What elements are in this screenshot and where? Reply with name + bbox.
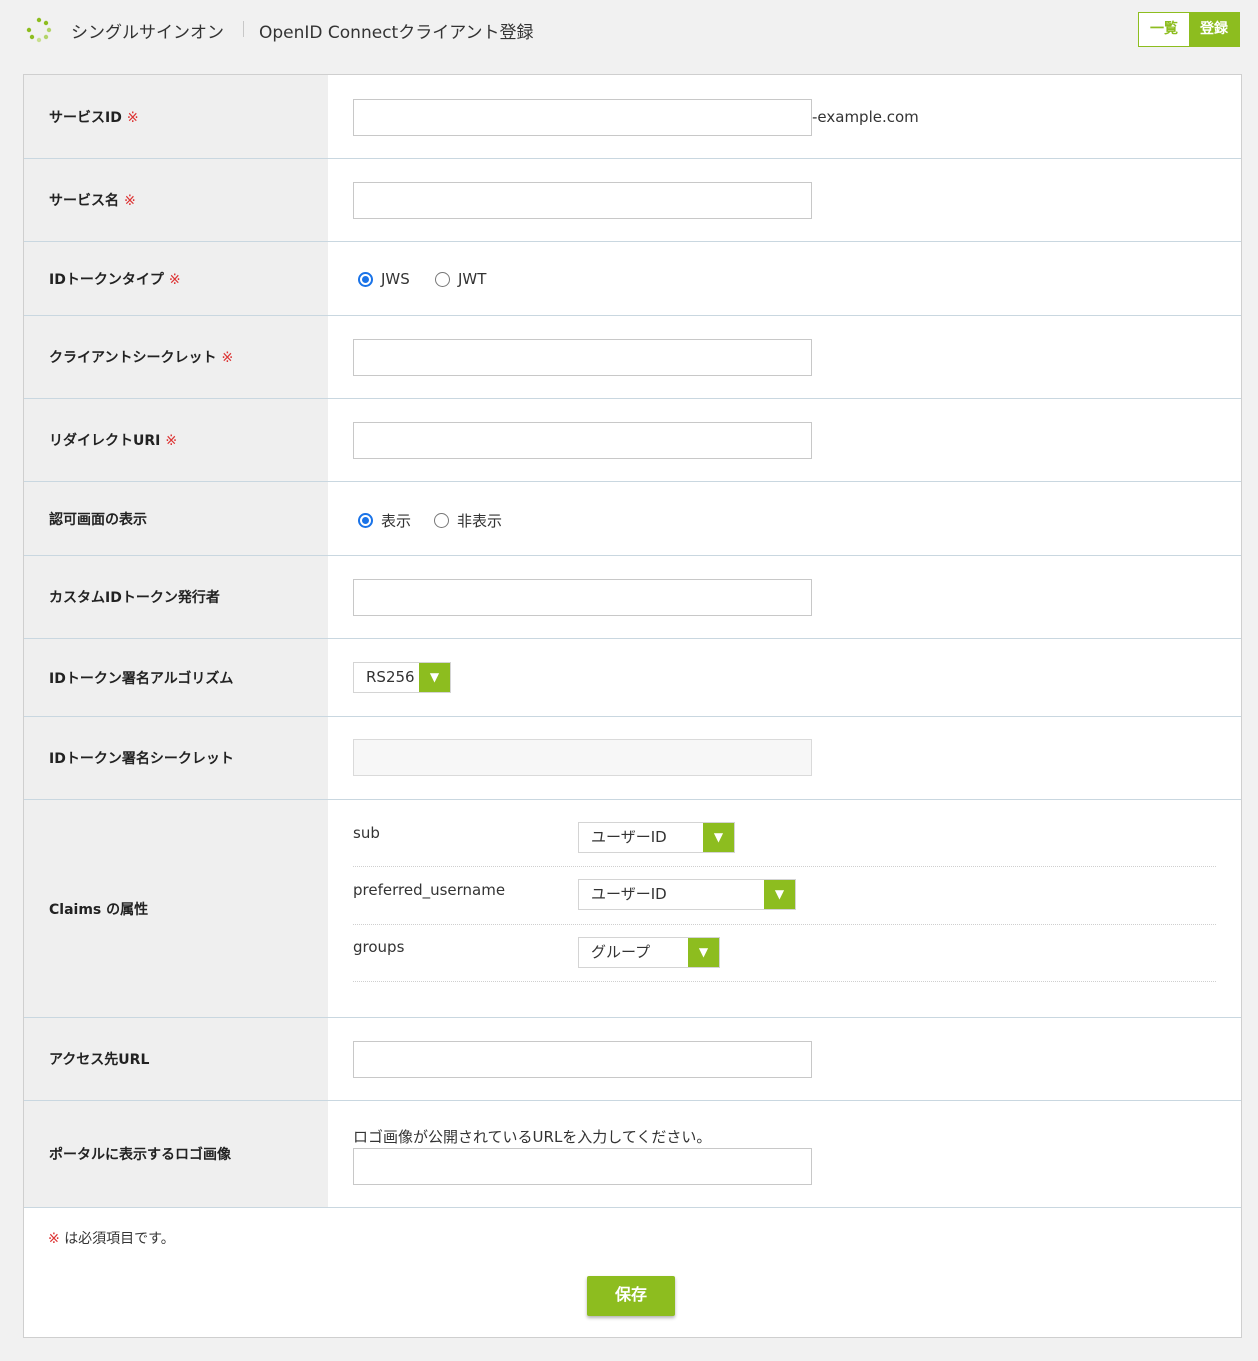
radio-label: JWS [381, 270, 410, 288]
row-redirect-uri: リダイレクトURI ※ [24, 399, 1241, 482]
dropdown-arrow-icon: ▼ [764, 880, 795, 909]
note-text: は必須項目です。 [64, 1231, 175, 1247]
client-secret-input[interactable] [353, 339, 812, 376]
row-logo-image: ポータルに表示するロゴ画像 ロゴ画像が公開されているURLを入力してください。 [24, 1101, 1241, 1208]
view-switcher: 一覧 登録 [1138, 12, 1240, 47]
required-mark: ※ [221, 350, 234, 366]
row-sign-algorithm: IDトークン署名アルゴリズム RS256 ▼ [24, 639, 1241, 717]
row-claims: Claims の属性 sub ユーザーID ▼ preferred_userna… [24, 800, 1241, 1018]
select-value: グループ [591, 943, 651, 961]
radio-show[interactable]: 表示 [358, 510, 411, 531]
row-service-name: サービス名 ※ [24, 159, 1241, 242]
claim-key-groups: groups [353, 938, 405, 956]
tab-register[interactable]: 登録 [1189, 13, 1239, 46]
row-sign-secret: IDトークン署名シークレット [24, 717, 1241, 800]
select-value: ユーザーID [591, 885, 667, 903]
radio-label: 非表示 [457, 512, 503, 530]
app-name: シングルサインオン [71, 23, 224, 43]
dropdown-arrow-icon: ▼ [703, 823, 734, 852]
field-label: サービスID ※ [49, 109, 139, 126]
required-mark: ※ [165, 433, 178, 449]
logo-icon [26, 17, 52, 43]
claim-sub-select[interactable]: ユーザーID ▼ [578, 822, 735, 853]
header: シングルサインオン OpenID Connectクライアント登録 一覧 登録 [0, 0, 1258, 60]
logo-hint: ロゴ画像が公開されているURLを入力してください。 [353, 1128, 712, 1146]
required-mark: ※ [124, 193, 136, 209]
claim-preferred-username-select[interactable]: ユーザーID ▼ [578, 879, 796, 910]
domain-suffix: -example.com [812, 108, 919, 126]
radio-jwt[interactable]: JWT [435, 270, 486, 288]
save-button[interactable]: 保存 [587, 1276, 675, 1316]
radio-label: 表示 [381, 512, 412, 530]
field-label: クライアントシークレット ※ [49, 350, 234, 366]
row-service-id: サービスID ※ -example.com [24, 75, 1241, 159]
field-label: IDトークン署名アルゴリズム [49, 670, 234, 687]
select-value: RS256 [366, 668, 415, 686]
select-value: ユーザーID [591, 828, 667, 846]
form-panel: サービスID ※ -example.com サービス名 ※ IDトークンタイプ ※ J… [23, 74, 1242, 1338]
claim-key-preferred-username: preferred_username [353, 881, 506, 899]
divider [353, 866, 1216, 867]
field-label: ポータルに表示するロゴ画像 [49, 1147, 231, 1163]
header-divider [243, 21, 244, 37]
radio-label: JWT [458, 270, 487, 288]
dropdown-arrow-icon: ▼ [419, 663, 450, 692]
tab-list[interactable]: 一覧 [1139, 13, 1189, 46]
claim-key-sub: sub [353, 824, 380, 842]
row-custom-issuer: カスタムIDトークン発行者 [24, 556, 1241, 639]
radio-checked-icon [358, 271, 373, 287]
row-client-secret: クライアントシークレット ※ [24, 316, 1241, 399]
logo-url-input[interactable] [353, 1148, 812, 1185]
radio-unchecked-icon [434, 513, 449, 528]
divider [353, 924, 1216, 925]
required-mark: ※ [126, 109, 139, 126]
row-access-url: アクセス先URL [24, 1018, 1241, 1101]
field-label: リダイレクトURI ※ [49, 433, 178, 449]
page-title: OpenID Connectクライアント登録 [259, 23, 534, 43]
field-label: 認可画面の表示 [49, 511, 147, 528]
field-label: IDトークンタイプ ※ [49, 271, 181, 288]
required-mark: ※ [168, 271, 181, 288]
access-url-input[interactable] [353, 1041, 812, 1078]
row-consent-display: 認可画面の表示 表示 非表示 [24, 482, 1241, 556]
field-label: カスタムIDトークン発行者 [49, 590, 220, 606]
radio-unchecked-icon [435, 271, 450, 287]
row-id-token-type: IDトークンタイプ ※ JWS JWT [24, 242, 1241, 316]
custom-issuer-input[interactable] [353, 579, 812, 616]
divider [353, 981, 1216, 982]
service-id-input[interactable] [353, 99, 812, 136]
required-mark: ※ [48, 1231, 60, 1247]
field-label: Claims の属性 [49, 901, 149, 918]
field-label: アクセス先URL [49, 1052, 150, 1068]
sign-secret-input[interactable] [353, 739, 812, 776]
field-label: サービス名 ※ [49, 193, 136, 209]
radio-hide[interactable]: 非表示 [434, 510, 502, 531]
service-name-input[interactable] [353, 182, 812, 219]
field-label: IDトークン署名シークレット [49, 751, 234, 767]
redirect-uri-input[interactable] [353, 422, 812, 459]
required-note: ※ は必須項目です。 [48, 1228, 175, 1248]
claim-groups-select[interactable]: グループ ▼ [578, 937, 720, 968]
dropdown-arrow-icon: ▼ [688, 938, 719, 967]
radio-checked-icon [358, 513, 373, 528]
radio-jws[interactable]: JWS [358, 270, 410, 288]
sign-algorithm-select[interactable]: RS256 ▼ [353, 662, 451, 693]
